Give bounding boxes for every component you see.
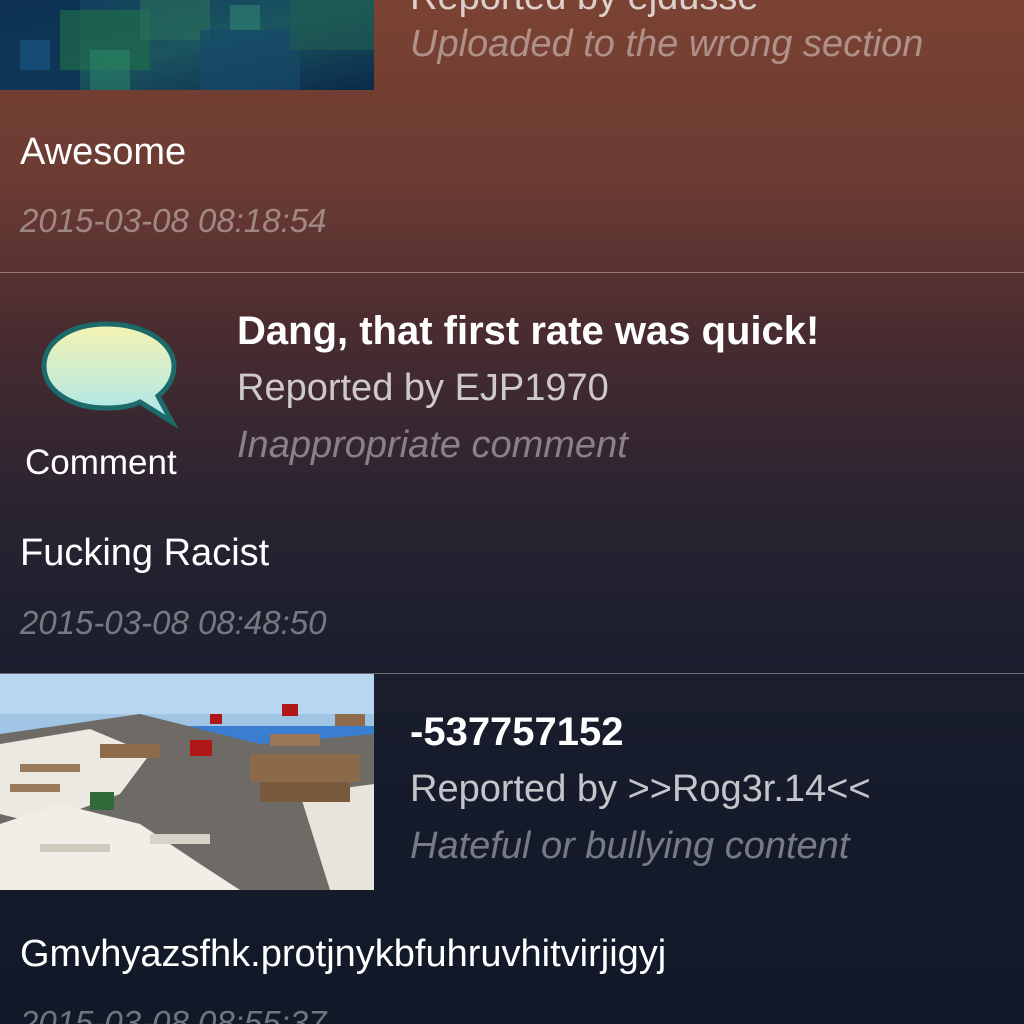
report-thumbnail[interactable] [0, 0, 374, 90]
report-body: Gmvhyazsfhk.protjnykbfuhruvhitvirjigyj [20, 933, 667, 975]
report-title: -537757152 [410, 710, 624, 754]
report-item[interactable]: Comment Dang, that first rate was quick!… [0, 273, 1024, 673]
report-timestamp: 2015-03-08 08:18:54 [20, 202, 327, 239]
report-title: Dang, that first rate was quick! [237, 309, 820, 353]
report-reason: Inappropriate comment [237, 424, 628, 466]
report-item[interactable]: -537757152 Reported by >>Rog3r.14<< Hate… [0, 674, 1024, 1024]
reporter-label: Reported by EJP1970 [237, 367, 609, 409]
underwater-world-thumbnail [0, 0, 374, 90]
snowy-world-thumbnail [0, 674, 374, 890]
report-timestamp: 2015-03-08 08:55:37 [20, 1004, 327, 1024]
report-body: Awesome [20, 131, 187, 173]
report-timestamp: 2015-03-08 08:48:50 [20, 604, 327, 641]
report-thumbnail[interactable] [0, 674, 374, 890]
report-reason: Hateful or bullying content [410, 825, 850, 867]
report-reason: Uploaded to the wrong section [410, 23, 924, 65]
report-type-label: Comment [25, 443, 177, 482]
speech-bubble-icon [41, 321, 179, 430]
reporter-label: Reported by >>Rog3r.14<< [410, 768, 871, 810]
report-item[interactable]: Reported by ejdusse Uploaded to the wron… [0, 0, 1024, 272]
reporter-label: Reported by ejdusse [410, 0, 759, 19]
report-body: Fucking Racist [20, 532, 270, 574]
